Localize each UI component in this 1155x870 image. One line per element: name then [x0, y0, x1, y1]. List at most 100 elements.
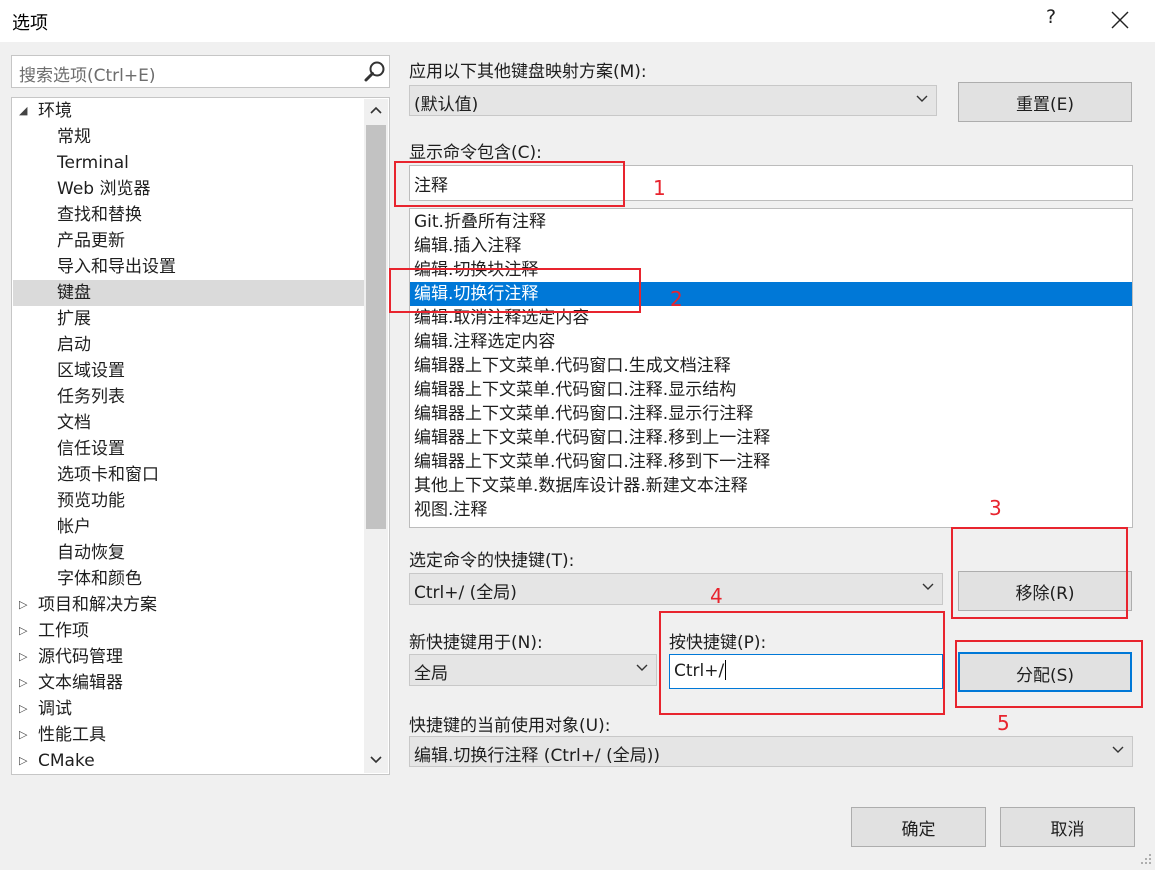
- annotation-number-1: 1: [653, 176, 666, 200]
- close-button[interactable]: [1104, 4, 1136, 36]
- tree-item-label: 选项卡和窗口: [57, 465, 159, 485]
- annotation-box-4: [659, 611, 945, 715]
- command-list-item[interactable]: 其他上下文菜单.数据库设计器.新建文本注释: [410, 474, 1132, 498]
- expanded-arrow-icon[interactable]: ◢: [19, 98, 33, 124]
- collapsed-arrow-icon[interactable]: ▷: [19, 618, 33, 644]
- collapsed-arrow-icon[interactable]: ▷: [19, 748, 33, 774]
- search-icon[interactable]: [362, 59, 388, 85]
- tree-scrollbar[interactable]: [364, 99, 388, 773]
- tree-item-label: 产品更新: [57, 231, 125, 251]
- tree-item-label: 项目和解决方案: [38, 595, 157, 615]
- tree-item-label: 任务列表: [57, 387, 125, 407]
- tree-item-label: 环境: [38, 101, 72, 121]
- tree-item-label: 源代码管理: [38, 647, 123, 667]
- reset-button-label: 重置(E): [1015, 95, 1074, 115]
- tree-item-label: 文本编辑器: [38, 673, 123, 693]
- tree-item-label: 信任设置: [57, 439, 125, 459]
- tree-item-label: 查找和替换: [57, 205, 142, 225]
- tree-item[interactable]: ▷ 文本编辑器: [13, 670, 364, 696]
- tree-item-label: 启动: [57, 335, 91, 355]
- command-list-item[interactable]: 编辑器上下文菜单.代码窗口.注释.移到上一注释: [410, 426, 1132, 450]
- command-list[interactable]: Git.折叠所有注释 编辑.插入注释 编辑.切换块注释 编辑.切换行注释 编辑.取消注释…: [409, 208, 1133, 528]
- tree-item[interactable]: 自动恢复: [13, 540, 364, 566]
- command-list-item[interactable]: 编辑器上下文菜单.代码窗口.生成文档注释: [410, 354, 1132, 378]
- command-list-item[interactable]: Git.折叠所有注释: [410, 210, 1132, 234]
- scroll-thumb[interactable]: [366, 125, 386, 529]
- tree-item-label: 工作项: [38, 621, 89, 641]
- scroll-down-icon[interactable]: [364, 749, 388, 773]
- annotation-number-5: 5: [997, 711, 1010, 735]
- cancel-button-label: 取消: [1050, 820, 1085, 840]
- tree-item[interactable]: 常规: [13, 124, 364, 150]
- command-list-item[interactable]: 编辑器上下文菜单.代码窗口.注释.移到下一注释: [410, 450, 1132, 474]
- new-shortcut-combo[interactable]: 全局: [409, 654, 657, 686]
- mapping-combo[interactable]: (默认值): [409, 85, 937, 116]
- tree-item[interactable]: ▷ CMake: [13, 748, 364, 774]
- chevron-down-icon: [636, 661, 648, 676]
- tree-item[interactable]: Terminal: [13, 150, 364, 176]
- tree-item[interactable]: 预览功能: [13, 488, 364, 514]
- search-box[interactable]: 搜索选项(Ctrl+E): [11, 55, 390, 88]
- tree-item[interactable]: ◢ 环境: [13, 98, 364, 124]
- tree-item-label: 扩展: [57, 309, 91, 329]
- tree-item[interactable]: 导入和导出设置: [13, 254, 364, 280]
- collapsed-arrow-icon[interactable]: ▷: [19, 670, 33, 696]
- shortcut-combo[interactable]: Ctrl+/ (全局): [409, 573, 943, 605]
- tree-item-label: 性能工具: [38, 725, 106, 745]
- tree-item-label: 自动恢复: [57, 543, 125, 563]
- command-list-item[interactable]: 编辑器上下文菜单.代码窗口.注释.显示行注释: [410, 402, 1132, 426]
- annotation-box-2: [389, 268, 641, 313]
- tree-item[interactable]: 字体和颜色: [13, 566, 364, 592]
- window-title: 选项: [12, 13, 48, 34]
- tree-item[interactable]: ▷ 性能工具: [13, 722, 364, 748]
- collapsed-arrow-icon[interactable]: ▷: [19, 722, 33, 748]
- annotation-box-5: [955, 640, 1143, 708]
- command-list-item[interactable]: 编辑器上下文菜单.代码窗口.注释.显示结构: [410, 378, 1132, 402]
- help-button[interactable]: ?: [1038, 6, 1064, 34]
- tree-item[interactable]: 区域设置: [13, 358, 364, 384]
- mapping-label: 应用以下其他键盘映射方案(M):: [409, 62, 647, 82]
- tree-item[interactable]: 键盘: [13, 280, 364, 306]
- command-list-item[interactable]: 视图.注释: [410, 498, 1132, 522]
- tree-item[interactable]: ▷ 源代码管理: [13, 644, 364, 670]
- chevron-down-icon: [1112, 743, 1124, 758]
- ok-button[interactable]: 确定: [851, 807, 986, 847]
- tree-item[interactable]: ▷ 项目和解决方案: [13, 592, 364, 618]
- title-bar: 选项 ?: [0, 0, 1155, 42]
- scroll-up-icon[interactable]: [364, 99, 388, 123]
- tree-item[interactable]: 查找和替换: [13, 202, 364, 228]
- tree-item-label: Web 浏览器: [57, 179, 151, 199]
- current-use-value: 编辑.切换行注释 (Ctrl+/ (全局)): [414, 746, 660, 766]
- collapsed-arrow-icon[interactable]: ▷: [19, 696, 33, 722]
- tree-item-label: 导入和导出设置: [57, 257, 176, 277]
- chevron-down-icon: [922, 580, 934, 595]
- ok-button-label: 确定: [901, 820, 936, 840]
- reset-button[interactable]: 重置(E): [958, 82, 1132, 122]
- tree-item-label: 调试: [38, 699, 72, 719]
- tree-item[interactable]: 选项卡和窗口: [13, 462, 364, 488]
- tree-item[interactable]: Web 浏览器: [13, 176, 364, 202]
- collapsed-arrow-icon[interactable]: ▷: [19, 592, 33, 618]
- collapsed-arrow-icon[interactable]: ▷: [19, 644, 33, 670]
- search-input[interactable]: 搜索选项(Ctrl+E): [19, 61, 156, 86]
- mapping-value: (默认值): [414, 95, 479, 115]
- close-icon: [1111, 11, 1129, 29]
- tree-item[interactable]: 帐户: [13, 514, 364, 540]
- cancel-button[interactable]: 取消: [1000, 807, 1135, 847]
- tree-item[interactable]: 产品更新: [13, 228, 364, 254]
- tree-item[interactable]: ▷ 调试: [13, 696, 364, 722]
- tree-item[interactable]: 信任设置: [13, 436, 364, 462]
- command-list-item[interactable]: 编辑.插入注释: [410, 234, 1132, 258]
- tree-item[interactable]: ▷ 工作项: [13, 618, 364, 644]
- tree-item[interactable]: 启动: [13, 332, 364, 358]
- tree-item[interactable]: 任务列表: [13, 384, 364, 410]
- annotation-number-3: 3: [989, 496, 1002, 520]
- tree-item-label: 文档: [57, 413, 91, 433]
- resize-grip-icon[interactable]: [1138, 850, 1152, 864]
- options-tree[interactable]: ◢ 环境 常规 Terminal Web 浏览器 查找和替换 产品更新 导入和导出设置 键盘 扩展…: [11, 97, 390, 775]
- annotation-box-1: [394, 161, 625, 207]
- tree-item[interactable]: 扩展: [13, 306, 364, 332]
- tree-item[interactable]: 文档: [13, 410, 364, 436]
- current-use-combo[interactable]: 编辑.切换行注释 (Ctrl+/ (全局)): [409, 736, 1133, 767]
- command-list-item[interactable]: 编辑.注释选定内容: [410, 330, 1132, 354]
